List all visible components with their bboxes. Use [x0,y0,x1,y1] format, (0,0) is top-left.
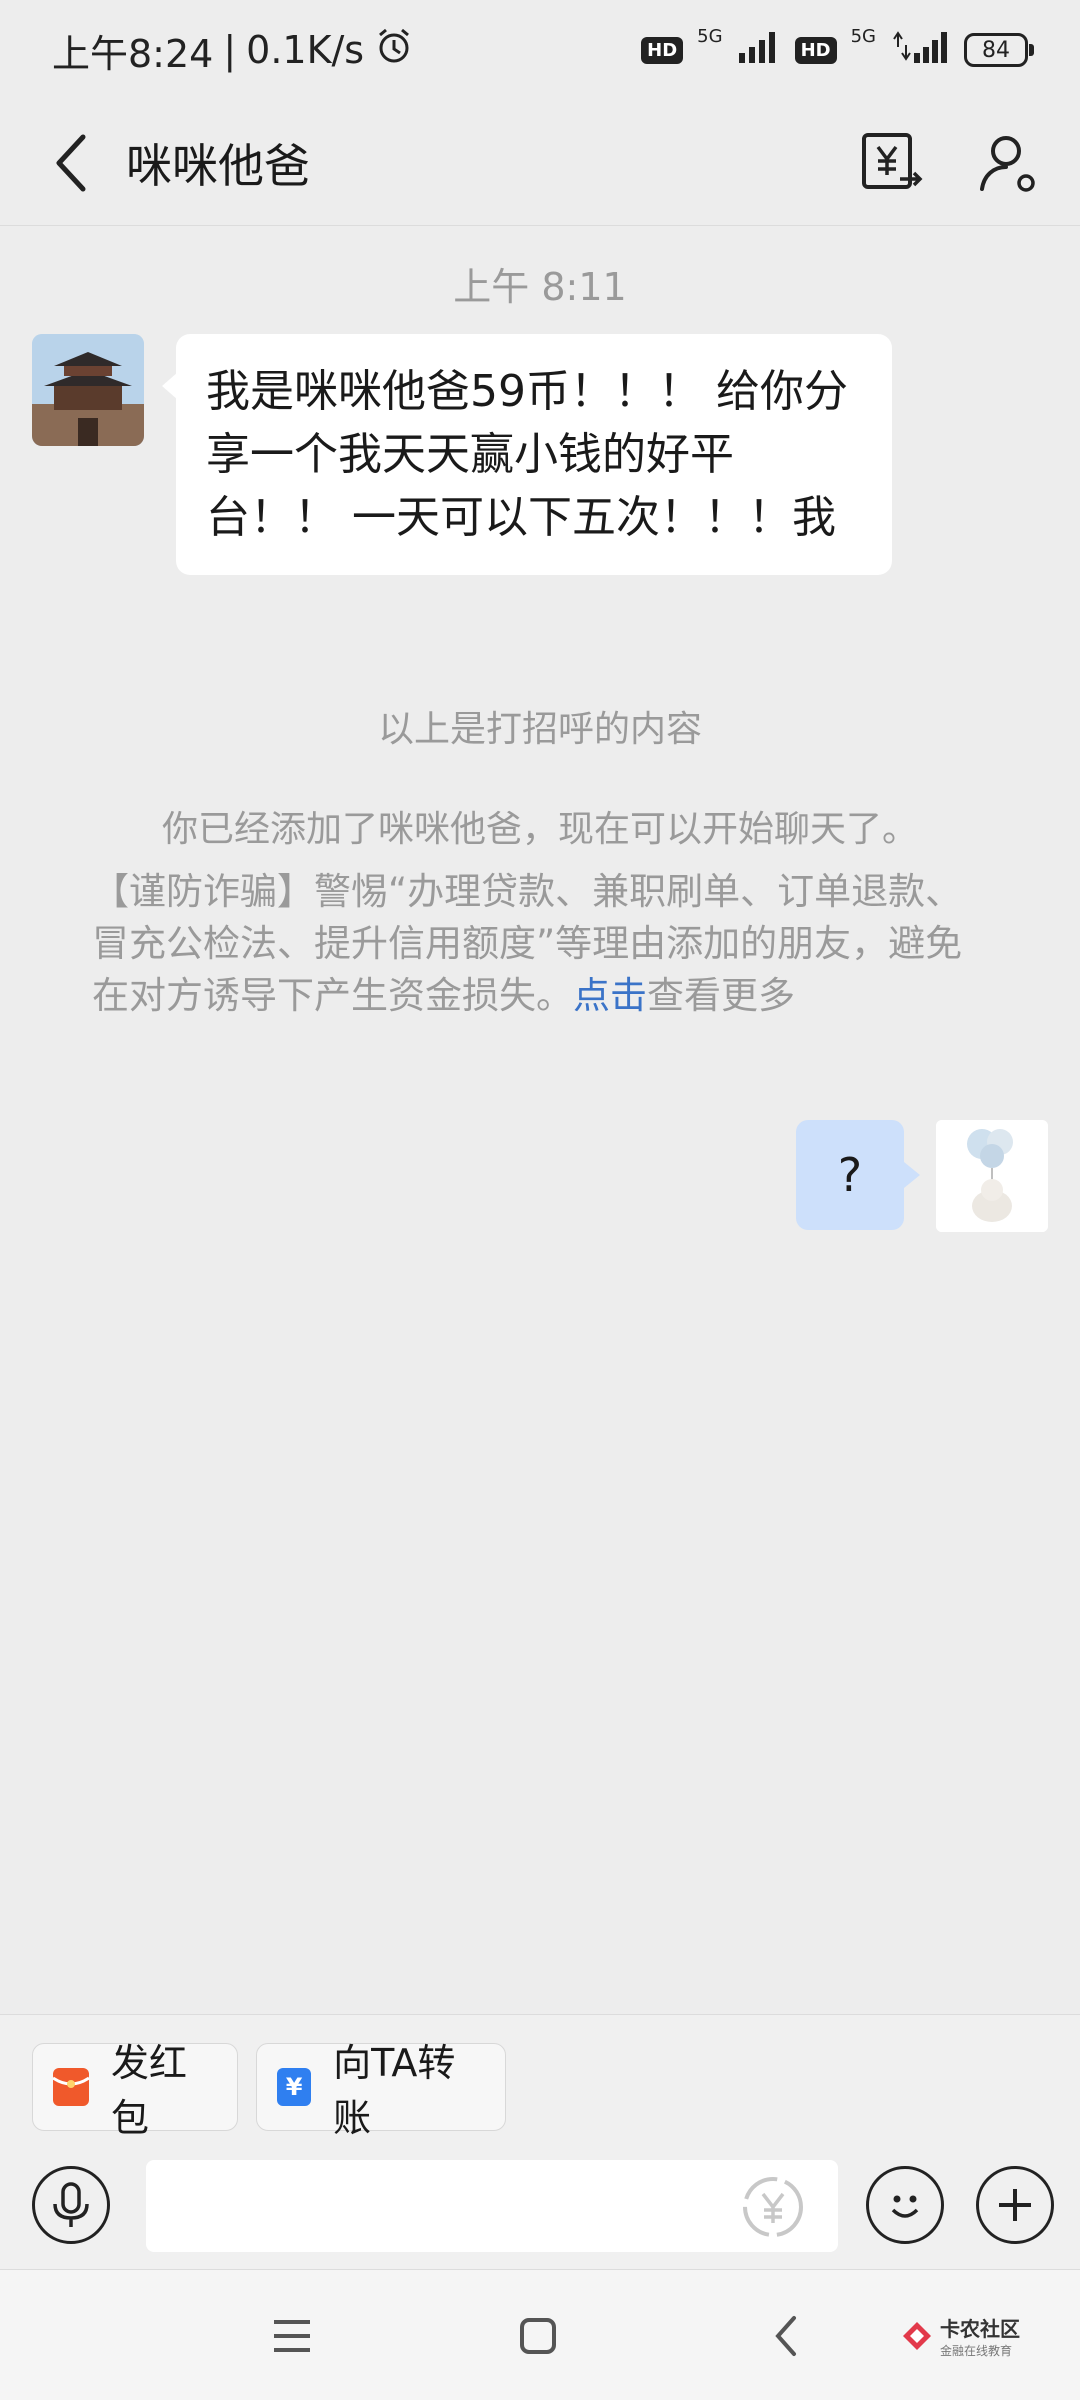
status-separator: | [223,28,237,72]
warning-text: 【谨防诈骗】警惕“办理贷款、兼职刷单、订单退款、冒充公检法、提升信用额度”等理由… [92,870,963,1017]
greeting-note: 以上是打招呼的内容 [377,709,702,750]
warning-link[interactable]: 点击 [573,974,647,1017]
hd-badge-2: HD [794,36,837,64]
chat-area[interactable]: 上午 8:11 我是咪咪他爸59币！！！ 给你分享一个我天天赢小钱的好平台！！ … [0,226,1080,2014]
back-triangle-icon [775,2316,796,2356]
watermark-title: 卡农社区 [940,2317,1020,2341]
plus-icon [999,2189,1031,2221]
red-packet-label: 发红包 [111,2041,188,2140]
microphone-icon [53,2182,89,2227]
fraud-warning: 【谨防诈骗】警惕“办理贷款、兼职刷单、订单退款、冒充公检法、提升信用额度”等理由… [92,866,972,1022]
message-timestamp: 上午 8:11 [453,265,627,309]
alarm-icon [374,26,414,75]
watermark: 卡农社区 金融在线教育 [900,2306,1020,2366]
more-button[interactable] [976,2166,1054,2244]
menu-icon [274,2320,310,2352]
transfer-label: 向TA转账 [333,2041,456,2140]
contact-avatar[interactable] [32,334,144,446]
user-icon [980,135,1035,192]
friend-added-note: 你已经添加了咪咪他爸，现在可以开始聊天了。 [161,809,918,850]
hd-badge-1: HD [641,36,684,64]
signal-icon-1 [737,28,781,72]
outgoing-message-bubble[interactable]: ? [796,1120,920,1230]
bear-balloon-picture [936,1120,1048,1232]
status-right: HD 5G HD 5G 84 [641,25,1034,72]
network-type-1: 5G [697,25,723,47]
watermark-subtitle: 金融在线教育 [940,2344,1013,2358]
watermark-text: 卡农社区 金融在线教育 [940,2313,1020,2359]
signal-icon-2 [890,28,950,72]
battery-indicator: 84 [964,33,1034,67]
incoming-message-bubble[interactable]: 我是咪咪他爸59币！！！ 给你分享一个我天天赢小钱的好平台！！ 一天可以下五次！… [162,334,892,575]
menu-nav-button[interactable] [262,2306,322,2366]
watermark-logo-icon [903,2322,931,2350]
chat-header: 咪咪他爸 [0,100,1080,226]
home-square-icon [520,2318,556,2354]
emoji-button[interactable] [866,2166,944,2244]
profile-button[interactable] [970,125,1046,201]
tower-picture [32,334,144,446]
system-nav-bar: 卡农社区 金融在线教育 [0,2270,1080,2400]
voice-button[interactable] [32,2166,110,2244]
quick-action-bar: 发红包 ¥ 向TA转账 [0,2014,1080,2140]
back-nav-button[interactable] [756,2306,816,2366]
status-bar: 上午8:24 | 0.1K/s HD 5G HD 5G 84 [0,0,1080,100]
red-packet-icon [53,2068,89,2106]
red-packet-button[interactable]: 发红包 [32,2041,238,2140]
transfer-button[interactable]: ¥ 向TA转账 [256,2041,506,2140]
chat-title: 咪咪他爸 [126,138,310,193]
home-nav-button[interactable] [508,2306,568,2366]
transfer-record-icon [862,132,923,189]
warning-tail: 查看更多 [647,974,795,1017]
input-bar [0,2140,1080,2270]
transfer-record-button[interactable] [854,125,930,201]
transfer-icon: ¥ [277,2068,312,2106]
yuan-circle-icon [743,2177,803,2237]
network-type-2: 5G [850,25,876,47]
status-left: 上午8:24 | 0.1K/s [52,23,414,78]
back-arrow-icon [56,134,86,191]
network-speed: 0.1K/s [246,28,365,72]
header-actions [854,125,1046,201]
back-button[interactable] [26,118,116,208]
status-time: 上午8:24 [52,31,214,76]
my-avatar[interactable] [936,1120,1048,1232]
message-input[interactable] [146,2160,838,2252]
smiley-icon [891,2195,919,2218]
payment-button[interactable] [740,2174,806,2240]
